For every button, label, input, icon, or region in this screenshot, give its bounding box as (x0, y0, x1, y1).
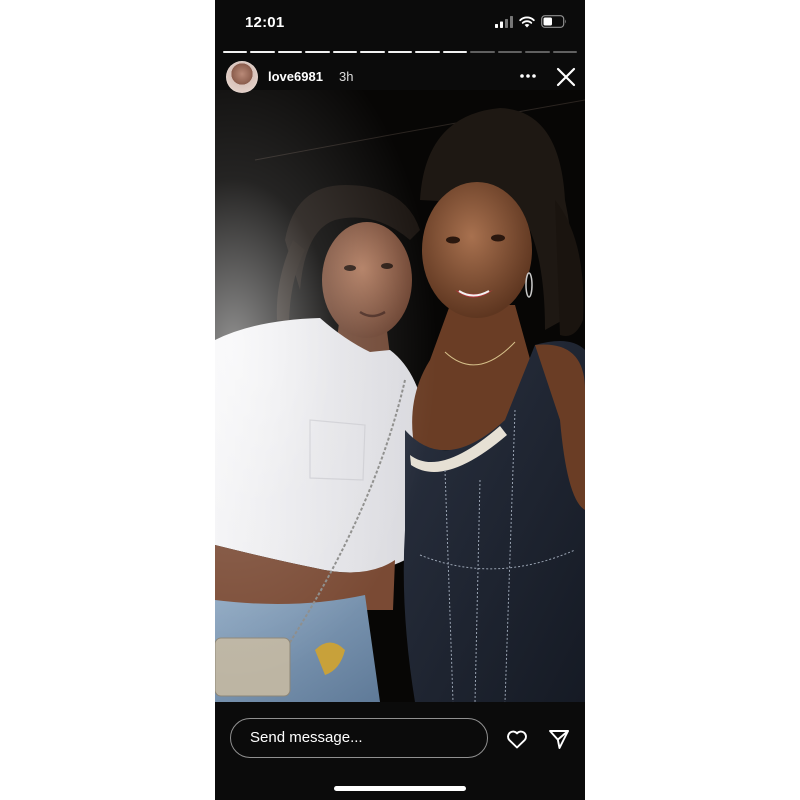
story-progress-segment (497, 51, 523, 53)
status-icons (495, 15, 567, 28)
story-progress-segment (415, 51, 440, 53)
story-progress-segment (332, 51, 358, 53)
story-photo-image (215, 90, 585, 702)
story-progress-segment (442, 51, 468, 53)
story-progress-segment (305, 51, 330, 53)
reply-bar: Send message... (215, 702, 585, 800)
heart-icon[interactable] (505, 727, 529, 751)
story-timestamp: 3h (339, 69, 354, 84)
story-header: love6981 3h (215, 60, 585, 94)
story-progress-segment (250, 51, 275, 53)
story-progress-segment (525, 51, 550, 53)
story-progress-segment (360, 51, 385, 53)
home-indicator[interactable] (334, 786, 466, 791)
avatar[interactable] (226, 61, 258, 93)
battery-icon (541, 15, 566, 28)
status-bar: 12:01 (215, 0, 585, 46)
close-icon[interactable] (555, 66, 577, 88)
story-progress-segment (552, 51, 578, 53)
wifi-icon (519, 16, 535, 27)
paper-plane-icon[interactable] (547, 727, 571, 751)
story-progress-segment (387, 51, 413, 53)
cellular-signal-icon (495, 15, 513, 28)
story-progress-segment (470, 51, 495, 53)
more-options-icon[interactable] (518, 66, 538, 86)
story-progress-segment (223, 51, 248, 53)
story-progress-segment (277, 51, 303, 53)
story-progress (223, 51, 578, 53)
story-photo[interactable] (215, 90, 585, 702)
send-message-input[interactable]: Send message... (230, 718, 488, 758)
username-link[interactable]: love6981 (268, 69, 323, 84)
story-viewer: 12:01 love6981 3h Send message... (215, 0, 585, 800)
status-time: 12:01 (245, 14, 285, 31)
